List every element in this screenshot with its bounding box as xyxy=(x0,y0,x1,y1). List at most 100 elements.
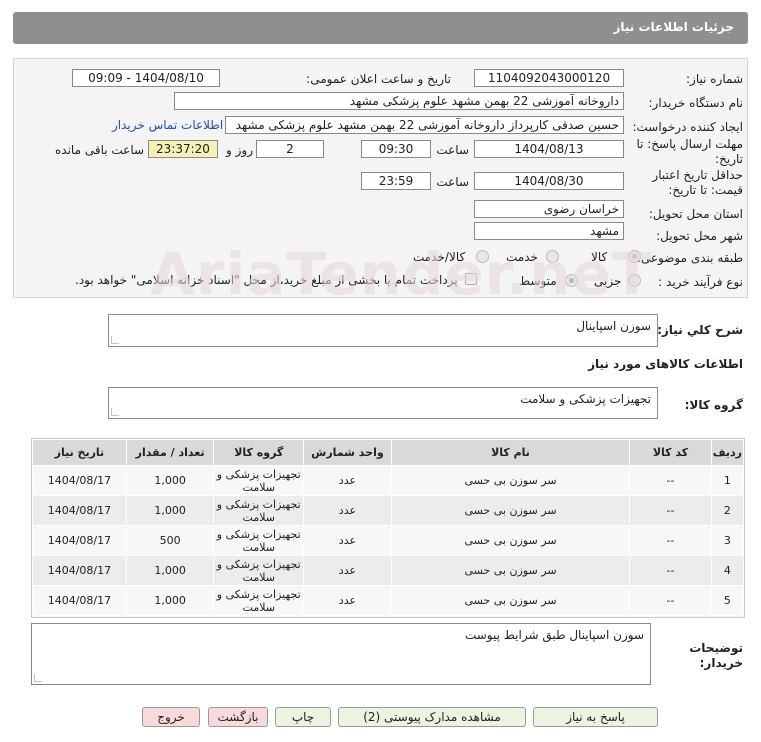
cell-name: سر سوزن بی حسی xyxy=(390,525,631,556)
category-service-radio[interactable] xyxy=(546,250,559,263)
print-button[interactable]: چاپ xyxy=(275,707,331,727)
buyer-notes-label: توضیحات xyxy=(689,641,743,655)
resize-grip-icon[interactable] xyxy=(34,674,42,682)
cell-quantity: 1,000 xyxy=(125,495,215,526)
creator-field: حسین صدقی کارپرداز داروخانه آموزشی 22 به… xyxy=(225,116,624,134)
validity-label-date: قیمت: تا تاریخ: xyxy=(668,183,743,197)
goods-group-field[interactable]: تجهیزات پزشکی و سلامت xyxy=(108,387,658,419)
table-row: 5 -- سر سوزن بی حسی عدد تجهیزات پزشکی و … xyxy=(32,585,745,616)
cell-unit: عدد xyxy=(303,555,392,586)
buyer-notes-field[interactable]: سوزن اسپاینال طبق شرایط پیوست xyxy=(31,623,651,685)
deadline-time-label: ساعت xyxy=(436,143,469,157)
summary-label: شرح کلي نیاز: xyxy=(657,323,743,337)
cell-row-number: 2 xyxy=(710,495,745,526)
cell-row-number: 4 xyxy=(710,555,745,586)
cell-code: -- xyxy=(629,525,712,556)
table-header-row: ردیف کد کالا نام کالا واحد شمارش گروه کا… xyxy=(32,439,745,466)
cell-need-date: 1404/08/17 xyxy=(32,585,127,616)
resize-grip-icon[interactable] xyxy=(111,336,119,344)
province-label: استان محل تحویل: xyxy=(648,207,743,221)
treasury-payment-note: پرداخت تمام یا بخشی از مبلغ خرید،از محل … xyxy=(75,273,458,287)
cell-unit: عدد xyxy=(303,585,392,616)
need-number-label: شماره نیاز: xyxy=(686,72,743,86)
cell-group: تجهیزات پزشکی و سلامت xyxy=(213,585,305,616)
cell-quantity: 1,000 xyxy=(125,465,215,496)
cell-name: سر سوزن بی حسی xyxy=(390,555,631,586)
cell-unit: عدد xyxy=(303,495,392,526)
buyer-org-field: داروخانه آموزشی 22 بهمن مشهد علوم پزشکی … xyxy=(174,92,624,110)
cell-group: تجهیزات پزشکی و سلامت xyxy=(213,495,305,526)
category-service-label: خدمت xyxy=(506,250,538,264)
process-label: نوع فرآیند خرید : xyxy=(658,275,743,289)
cell-code: -- xyxy=(629,465,712,496)
creator-label: ایجاد کننده درخواست: xyxy=(632,120,743,134)
validity-time-label: ساعت xyxy=(436,175,469,189)
validity-time-field: 23:59 xyxy=(361,172,431,190)
buyer-org-label: نام دستگاه خریدار: xyxy=(648,96,744,110)
cell-code: -- xyxy=(629,555,712,586)
col-header-row-number: ردیف xyxy=(710,439,745,466)
col-header-name: نام کالا xyxy=(390,439,631,466)
cell-code: -- xyxy=(629,495,712,526)
cell-need-date: 1404/08/17 xyxy=(32,495,127,526)
buyer-notes-text: سوزن اسپاینال طبق شرایط پیوست xyxy=(464,628,644,642)
cell-unit: عدد xyxy=(303,465,392,496)
goods-table: ردیف کد کالا نام کالا واحد شمارش گروه کا… xyxy=(31,438,745,618)
cell-code: -- xyxy=(629,585,712,616)
cell-quantity: 1,000 xyxy=(125,555,215,586)
process-small-label: جزیی xyxy=(594,274,622,288)
province-field: خراسان رضوی xyxy=(474,200,624,218)
page-title: جزئیات اطلاعات نیاز xyxy=(613,20,734,34)
treasury-payment-checkbox[interactable] xyxy=(465,273,477,285)
cell-group: تجهیزات پزشکی و سلامت xyxy=(213,465,305,496)
page-header: جزئیات اطلاعات نیاز xyxy=(13,12,748,44)
deadline-time-field: 09:30 xyxy=(361,140,431,158)
reply-button[interactable]: پاسخ به نیاز xyxy=(533,707,658,727)
deadline-date-field: 1404/08/13 xyxy=(474,140,624,158)
col-header-code: کد کالا xyxy=(629,439,712,466)
deadline-label-date: تاریخ: xyxy=(715,152,743,166)
table-row: 1 -- سر سوزن بی حسی عدد تجهیزات پزشکی و … xyxy=(32,465,745,496)
summary-text: سوزن اسپاینال xyxy=(576,319,651,333)
cell-group: تجهیزات پزشکی و سلامت xyxy=(213,555,305,586)
goods-group-label: گروه کالا: xyxy=(684,398,743,412)
announce-date-field: 1404/08/10 - 09:09 xyxy=(72,69,220,87)
buyer-contact-link[interactable]: اطلاعات تماس خریدار xyxy=(112,118,223,132)
days-remaining-field: 2 xyxy=(256,140,324,158)
table-row: 3 -- سر سوزن بی حسی عدد تجهیزات پزشکی و … xyxy=(32,525,745,556)
category-label: طبقه بندی موضوعی: xyxy=(636,251,743,265)
category-goods-radio[interactable] xyxy=(628,250,641,263)
cell-quantity: 1,000 xyxy=(125,585,215,616)
days-and-label: روز و xyxy=(226,143,253,157)
col-header-need-date: تاریخ نیاز xyxy=(32,439,127,466)
cell-need-date: 1404/08/17 xyxy=(32,555,127,586)
remaining-time-field: 23:37:20 xyxy=(148,140,218,158)
exit-button[interactable]: خروج xyxy=(142,707,200,727)
summary-field[interactable]: سوزن اسپاینال xyxy=(108,314,658,347)
col-header-unit: واحد شمارش xyxy=(303,439,392,466)
view-attachments-button[interactable]: مشاهده مدارک پیوستی (2) xyxy=(338,707,526,727)
process-medium-label: متوسط xyxy=(519,274,557,288)
cell-group: تجهیزات پزشکی و سلامت xyxy=(213,525,305,556)
cell-name: سر سوزن بی حسی xyxy=(390,495,631,526)
buyer-notes-label-2: خریدار: xyxy=(699,656,743,670)
announce-date-label: تاریخ و ساعت اعلان عمومی: xyxy=(306,72,451,86)
process-medium-radio[interactable] xyxy=(565,274,578,287)
cell-unit: عدد xyxy=(303,525,392,556)
cell-quantity: 500 xyxy=(125,525,215,556)
cell-need-date: 1404/08/17 xyxy=(32,525,127,556)
cell-row-number: 3 xyxy=(710,525,745,556)
col-header-quantity: تعداد / مقدار xyxy=(125,439,215,466)
process-small-radio[interactable] xyxy=(628,274,641,287)
goods-group-text: تجهیزات پزشکی و سلامت xyxy=(520,392,651,406)
validity-date-field: 1404/08/30 xyxy=(474,172,624,190)
validity-label: حداقل تاریخ اعتبار xyxy=(652,168,743,182)
back-button[interactable]: بازگشت xyxy=(208,707,268,727)
cell-need-date: 1404/08/17 xyxy=(32,465,127,496)
city-label: شهر محل تحویل: xyxy=(656,229,743,243)
table-row: 2 -- سر سوزن بی حسی عدد تجهیزات پزشکی و … xyxy=(32,495,745,526)
city-field: مشهد xyxy=(474,222,624,240)
resize-grip-icon[interactable] xyxy=(111,408,119,416)
category-both-radio[interactable] xyxy=(476,250,489,263)
cell-name: سر سوزن بی حسی xyxy=(390,465,631,496)
